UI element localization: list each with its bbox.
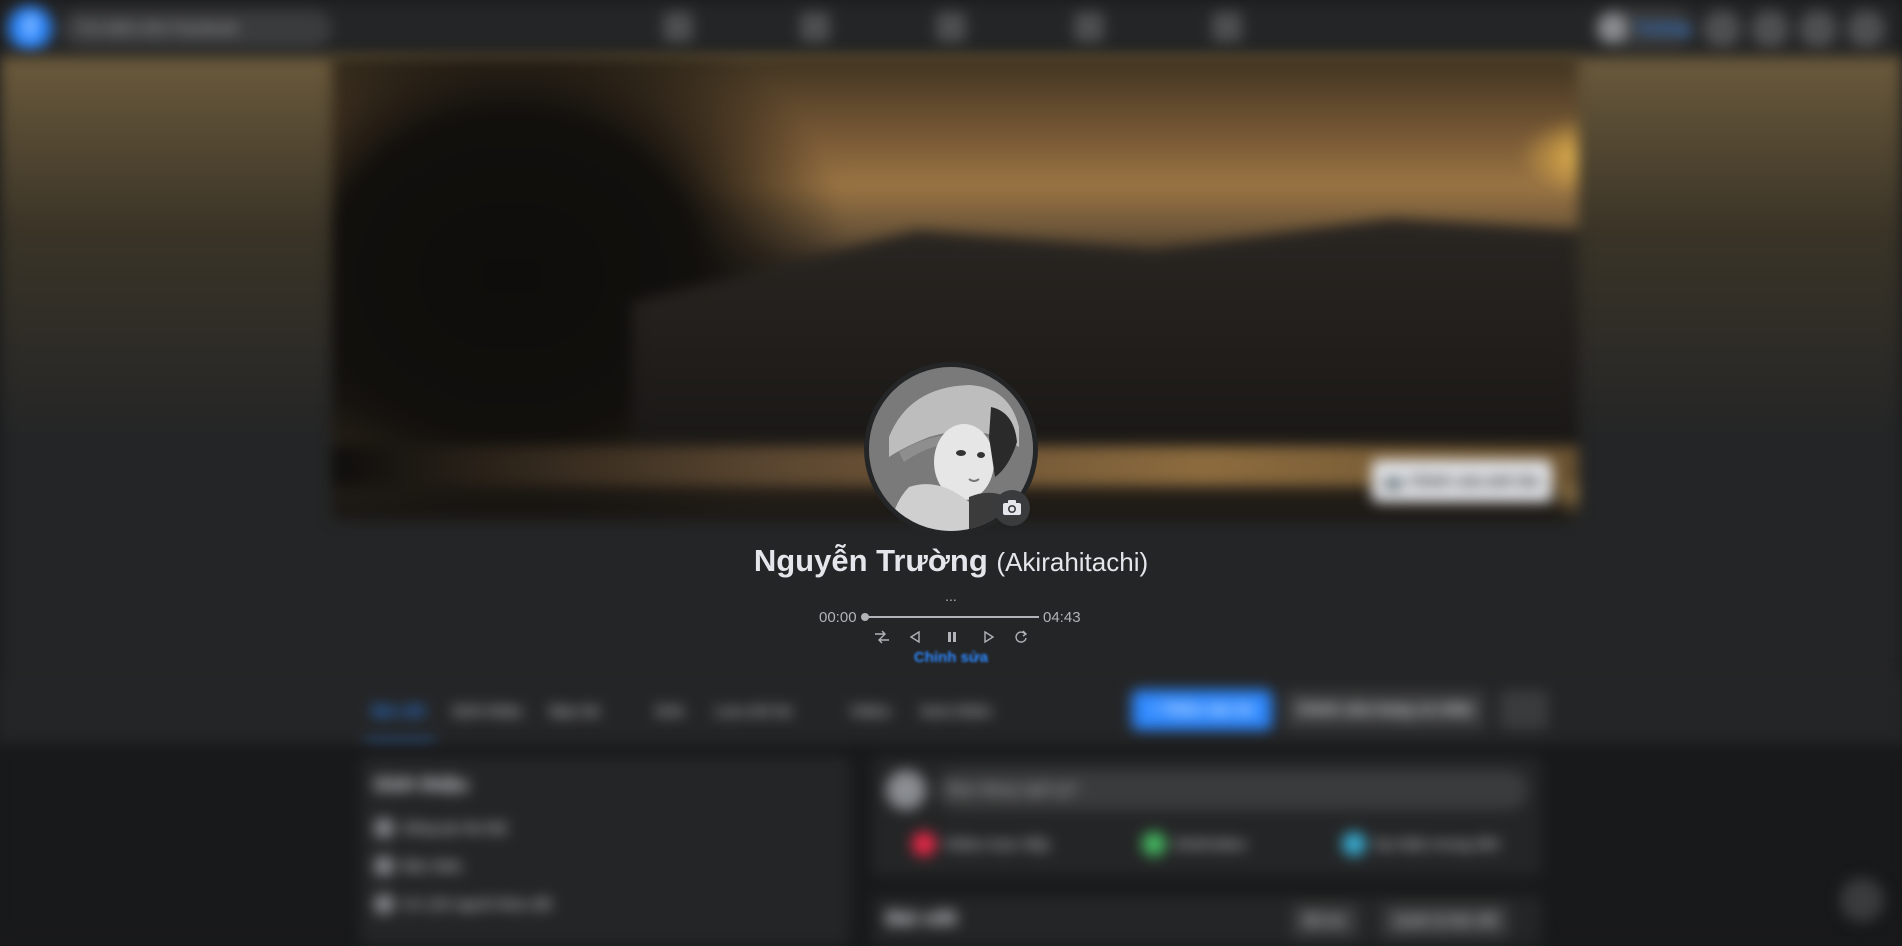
post-composer-input[interactable]: Bạn đang nghĩ gì? — [936, 770, 1528, 810]
next-icon[interactable] — [978, 627, 1000, 647]
tab-videos[interactable]: Video — [850, 698, 891, 726]
home-icon[interactable] — [663, 12, 693, 42]
repeat-icon[interactable] — [1010, 627, 1032, 647]
messenger-icon[interactable] — [1751, 10, 1789, 48]
profile-alternate-name: (Akirahitachi) — [996, 547, 1149, 577]
camera-icon: 📷 — [1384, 473, 1403, 490]
tab-friends[interactable]: Bạn bè — [550, 698, 600, 726]
player-progress-knob[interactable] — [861, 613, 869, 621]
active-tab-indicator — [365, 740, 435, 743]
tab-posts[interactable]: Bài viết — [372, 698, 425, 726]
photo-icon — [1142, 832, 1166, 856]
avatar — [1598, 13, 1628, 43]
pause-icon[interactable] — [941, 627, 963, 647]
account-icon[interactable] — [1847, 10, 1885, 48]
live-video-button[interactable]: Video trực tiếp — [912, 832, 1050, 856]
posts-title: Bài viết — [886, 908, 958, 930]
shuffle-icon[interactable] — [871, 627, 893, 647]
player-progress-bar[interactable] — [864, 616, 1039, 618]
edit-cover-label: Chỉnh sửa ảnh bìa — [1408, 472, 1540, 490]
profile-body: Giới thiệu Sống tại Hà Nội Độc thân Có 1… — [0, 746, 1902, 946]
intro-row: Có 120 người theo dõi — [374, 894, 552, 914]
live-video-label: Video trực tiếp — [944, 835, 1050, 853]
profile-shortcut[interactable]: Trường — [1593, 8, 1693, 48]
gaming-icon[interactable] — [1212, 12, 1242, 42]
search-input[interactable]: Tìm kiếm trên Facebook — [62, 10, 332, 48]
edit-cover-button[interactable]: 📷 Chỉnh sửa ảnh bìa — [1372, 460, 1552, 502]
life-event-button[interactable]: Sự kiện trong đời — [1342, 832, 1500, 856]
groups-icon[interactable] — [1074, 12, 1104, 42]
new-message-button[interactable] — [1840, 878, 1884, 922]
update-profile-picture-button[interactable] — [994, 490, 1030, 526]
tab-about[interactable]: Giới thiệu — [452, 698, 523, 726]
menu-icon[interactable] — [1703, 10, 1741, 48]
previous-icon[interactable] — [904, 627, 926, 647]
intro-title: Giới thiệu — [374, 774, 469, 796]
intro-row: Sống tại Hà Nội — [374, 818, 507, 838]
intro-row-text: Độc thân — [402, 857, 463, 875]
marketplace-icon[interactable] — [936, 12, 966, 42]
watch-icon[interactable] — [800, 12, 830, 42]
top-navigation-bar: f Tìm kiếm trên Facebook Trường — [0, 0, 1902, 57]
player-current-time: 00:00 — [819, 609, 857, 626]
tab-photos[interactable]: Ảnh — [655, 698, 684, 726]
manage-posts-button[interactable]: Quản lý bài viết — [1382, 904, 1510, 938]
life-event-label: Sự kiện trong đời — [1374, 835, 1500, 853]
photo-video-label: Ảnh/video — [1174, 835, 1247, 853]
player-duration: 04:43 — [1043, 609, 1081, 626]
camera-icon — [1003, 500, 1021, 515]
intro-row-text: Có 120 người theo dõi — [402, 895, 552, 913]
photo-video-button[interactable]: Ảnh/video — [1142, 832, 1247, 856]
edit-profile-link[interactable]: Chỉnh sửa — [0, 649, 1902, 666]
heart-icon — [374, 856, 394, 876]
edit-profile-button[interactable]: Chỉnh sửa trang cá nhân — [1285, 690, 1485, 730]
notifications-icon[interactable] — [1799, 10, 1837, 48]
avatar — [886, 770, 926, 810]
posts-header: Bài viết Bộ lọc Quản lý bài viết — [872, 896, 1542, 946]
profile-name-line: Nguyễn Trường (Akirahitachi) — [0, 543, 1902, 579]
home-icon — [374, 818, 394, 838]
tab-story-archive[interactable]: Lưu trữ tin — [715, 698, 793, 726]
flag-icon — [1342, 832, 1366, 856]
profile-shortcut-name: Trường — [1636, 19, 1691, 37]
followers-icon — [374, 894, 394, 914]
add-to-story-button[interactable]: + Thêm vào tin — [1132, 690, 1272, 730]
tab-more[interactable]: Xem thêm — [920, 698, 992, 726]
intro-row-text: Sống tại Hà Nội — [402, 819, 508, 837]
profile-tabs-row: Bài viết Giới thiệu Bạn bè Ảnh Lưu trữ t… — [0, 676, 1902, 746]
intro-row: Độc thân — [374, 856, 462, 876]
filter-button[interactable]: Bộ lọc — [1292, 904, 1358, 938]
live-video-icon — [912, 832, 936, 856]
facebook-logo[interactable]: f — [8, 6, 52, 50]
post-composer: Bạn đang nghĩ gì? Video trực tiếp Ảnh/vi… — [872, 756, 1542, 876]
more-options-button[interactable] — [1500, 690, 1548, 730]
profile-name: Nguyễn Trường — [753, 543, 988, 578]
profile-bio: ... — [945, 588, 957, 604]
intro-card: Giới thiệu Sống tại Hà Nội Độc thân Có 1… — [360, 756, 850, 946]
